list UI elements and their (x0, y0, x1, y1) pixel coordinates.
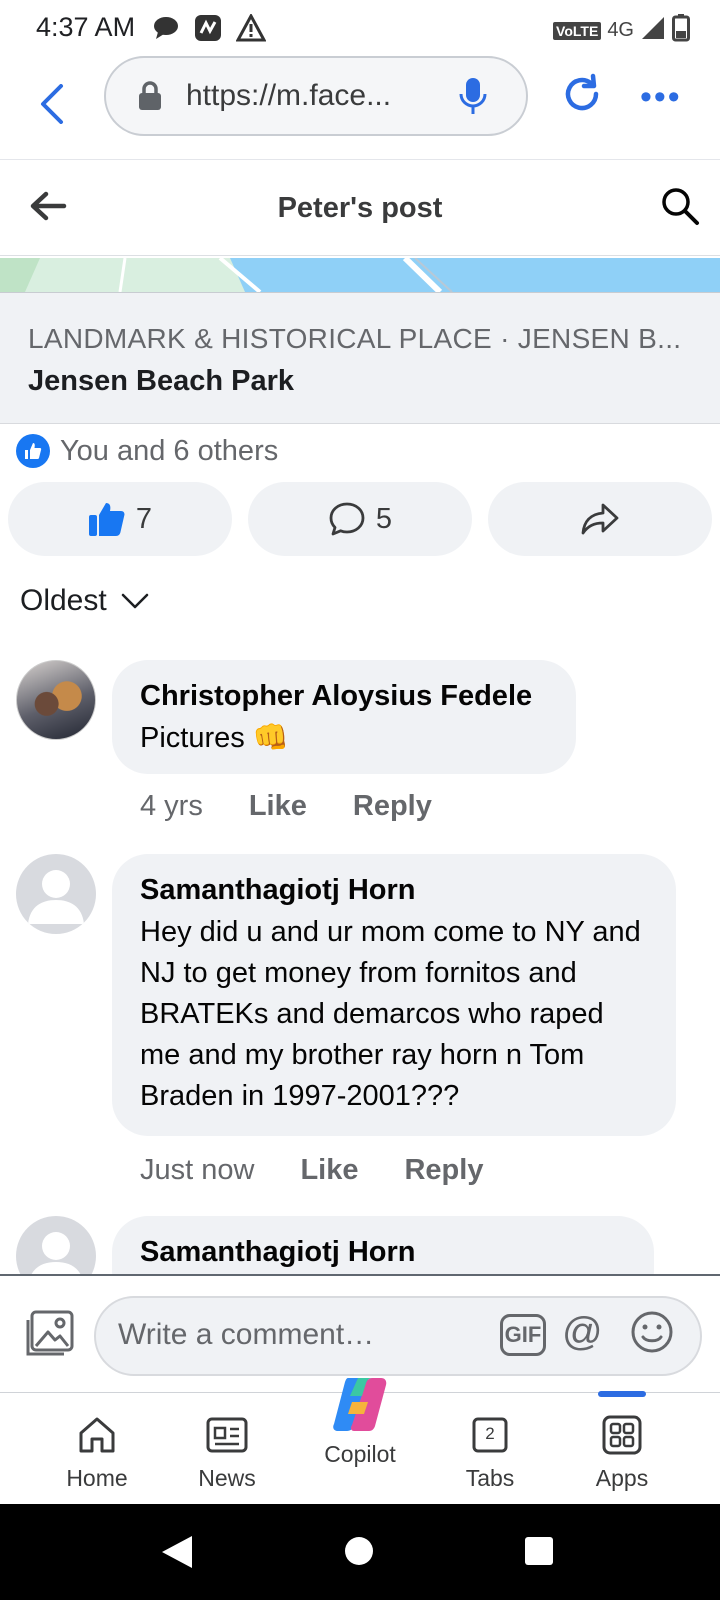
avatar[interactable] (16, 1216, 96, 1274)
map-preview[interactable] (0, 258, 720, 292)
circle-home-icon (345, 1537, 373, 1565)
copilot-icon (333, 1378, 387, 1431)
system-navigation-bar (0, 1504, 720, 1600)
comment-reply-button[interactable]: Reply (353, 790, 432, 823)
comment-input[interactable]: Write a comment… GIF @ (94, 1296, 702, 1376)
map-image (0, 258, 720, 292)
like-button[interactable]: 7 (8, 482, 232, 556)
comment-author[interactable]: Samanthagiotj Horn (140, 1234, 626, 1270)
comment-sort-dropdown[interactable]: Oldest (20, 584, 149, 618)
comment-icon (329, 502, 365, 536)
post-header: Peter's post (0, 160, 720, 256)
comment-meta: 4 yrs Like Reply (140, 790, 432, 823)
photo-icon (26, 1310, 74, 1356)
nav-news-label: News (198, 1465, 256, 1491)
chat-icon (152, 15, 180, 46)
reload-icon (565, 73, 599, 111)
comment-reply-button[interactable]: Reply (404, 1154, 483, 1187)
share-button[interactable] (488, 482, 712, 556)
search-icon (662, 188, 699, 225)
status-bar: 4:37 AM VoLTE 4G (0, 0, 720, 56)
volte-indicator: VoLTE (553, 21, 602, 40)
comment-like-button[interactable]: Like (300, 1154, 358, 1187)
reactions-summary[interactable]: You and 6 others (16, 434, 278, 468)
location-card[interactable]: LANDMARK & HISTORICAL PLACE · JENSEN B..… (0, 292, 720, 424)
comment-button[interactable]: 5 (248, 482, 472, 556)
avatar[interactable] (16, 854, 96, 934)
comment-placeholder: Write a comment… (118, 1318, 375, 1351)
browser-toolbar: https://m.face... ••• (0, 56, 720, 160)
nav-copilot[interactable]: Copilot (305, 1369, 415, 1468)
browser-bottom-nav: Home News Copilot 2 Tabs Apps (0, 1378, 720, 1504)
like-count: 7 (135, 502, 153, 535)
emoji-icon (631, 1311, 673, 1353)
address-bar[interactable]: https://m.face... (104, 56, 528, 136)
url-text[interactable]: https://m.face... (186, 79, 426, 113)
post-actions: 7 5 (8, 482, 712, 556)
system-back-button[interactable] (160, 1534, 194, 1575)
default-avatar-icon (28, 870, 84, 924)
avatar[interactable] (16, 660, 96, 740)
browser-more-button[interactable]: ••• (640, 78, 682, 117)
comment-bubble: Samanthagiotj Horn Hey did u and ur mom … (112, 854, 676, 1136)
nav-apps[interactable]: Apps (567, 1411, 677, 1492)
thumbs-up-icon (88, 503, 125, 536)
comment-time[interactable]: Just now (140, 1154, 254, 1187)
warning-icon (235, 12, 267, 47)
reactions-text: You and 6 others (60, 434, 279, 467)
system-home-button[interactable] (344, 1536, 374, 1571)
square-recents-icon (525, 1537, 553, 1565)
chevron-down-icon (121, 593, 148, 609)
place-category: LANDMARK & HISTORICAL PLACE · JENSEN B..… (28, 323, 682, 354)
nav-home-label: Home (66, 1465, 128, 1491)
comment-count: 5 (375, 502, 393, 535)
nav-news[interactable]: News (172, 1411, 282, 1492)
comment-bubble: Samanthagiotj Horn (112, 1216, 654, 1274)
comment-like-button[interactable]: Like (249, 790, 307, 823)
triangle-back-icon (162, 1536, 192, 1568)
status-notification-icons (152, 12, 267, 47)
microphone-icon[interactable] (458, 76, 488, 121)
news-icon (206, 1417, 248, 1453)
home-icon (79, 1417, 115, 1453)
page-title: Peter's post (277, 192, 443, 224)
nav-tabs-label: Tabs (465, 1465, 515, 1491)
comment-time[interactable]: 4 yrs (140, 790, 203, 823)
signal-icon (640, 15, 666, 46)
active-tab-indicator (598, 1391, 646, 1397)
app-notification-icon (194, 14, 222, 47)
comment-text: Hey did u and ur mom come to NY and NJ t… (140, 916, 641, 1112)
reload-button[interactable] (560, 72, 604, 121)
browser-back-button[interactable] (32, 74, 72, 134)
place-name[interactable]: Jensen Beach Park (28, 365, 294, 398)
network-type: 4G (607, 19, 634, 41)
apps-icon (602, 1415, 642, 1455)
nav-home[interactable]: Home (42, 1411, 152, 1492)
status-time: 4:37 AM (36, 12, 136, 42)
default-avatar-icon (31, 1232, 81, 1274)
sort-label: Oldest (20, 584, 107, 617)
add-photo-button[interactable] (24, 1310, 74, 1363)
lock-icon (136, 80, 164, 112)
comment-meta: Just now Like Reply (140, 1154, 483, 1187)
search-button[interactable] (660, 186, 700, 231)
system-recents-button[interactable] (524, 1536, 554, 1571)
tabs-count: 2 (485, 1424, 495, 1443)
mention-button[interactable]: @ (562, 1310, 603, 1355)
nav-apps-label: Apps (595, 1465, 649, 1491)
like-reaction-icon (16, 434, 50, 468)
share-icon (581, 503, 619, 535)
comment-text: Pictures 👊 (140, 722, 289, 754)
emoji-button[interactable] (630, 1310, 674, 1359)
comment-author[interactable]: Christopher Aloysius Fedele (140, 678, 548, 714)
comment-author[interactable]: Samanthagiotj Horn (140, 872, 648, 908)
nav-tabs[interactable]: 2 Tabs (435, 1411, 545, 1492)
status-system-icons: VoLTE 4G (553, 14, 690, 47)
nav-copilot-label: Copilot (324, 1441, 396, 1467)
comment-item: Samanthagiotj Horn (0, 1216, 720, 1274)
chevron-left-icon (41, 84, 63, 124)
gif-button[interactable]: GIF (500, 1314, 546, 1356)
battery-icon (672, 14, 690, 47)
comment-bubble: Christopher Aloysius Fedele Pictures 👊 (112, 660, 576, 774)
